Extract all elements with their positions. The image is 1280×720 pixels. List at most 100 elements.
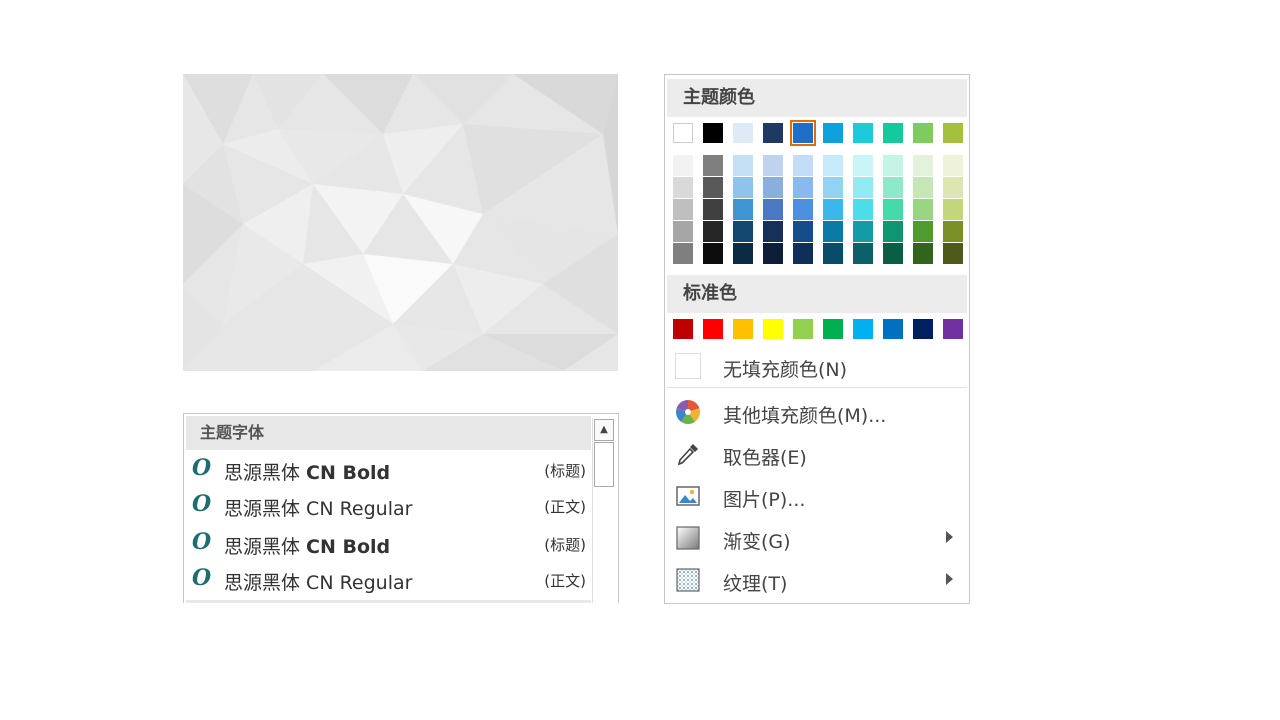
picture-icon xyxy=(675,483,701,509)
picture-fill-option[interactable]: 图片(P)... xyxy=(667,475,967,515)
scroll-thumb[interactable] xyxy=(594,442,614,487)
theme-shade-swatch[interactable] xyxy=(793,221,813,242)
theme-shade-swatch[interactable] xyxy=(943,177,963,198)
font-name: 思源黑体 xyxy=(224,536,306,558)
standard-color-swatch[interactable] xyxy=(703,319,723,339)
standard-color-swatch[interactable] xyxy=(853,319,873,339)
theme-shade-swatch[interactable] xyxy=(793,155,813,176)
theme-shade-swatch[interactable] xyxy=(943,155,963,176)
theme-shade-swatch[interactable] xyxy=(733,243,753,264)
theme-shade-swatch[interactable] xyxy=(913,221,933,242)
theme-color-swatch[interactable] xyxy=(943,123,963,143)
font-style: CN Regular xyxy=(306,572,412,594)
theme-shade-swatch[interactable] xyxy=(673,155,693,176)
theme-shade-swatch[interactable] xyxy=(853,177,873,198)
submenu-arrow-icon xyxy=(946,531,953,543)
more-fill-colors-option[interactable]: 其他填充颜色(M)... xyxy=(667,391,967,431)
theme-shade-swatch[interactable] xyxy=(883,155,903,176)
theme-shade-swatch[interactable] xyxy=(793,243,813,264)
theme-shade-swatch[interactable] xyxy=(913,155,933,176)
theme-color-swatch[interactable] xyxy=(823,123,843,143)
theme-shade-swatch[interactable] xyxy=(883,243,903,264)
scroll-up-icon[interactable]: ▲ xyxy=(594,419,614,441)
theme-shade-swatch[interactable] xyxy=(763,221,783,242)
theme-shade-swatch[interactable] xyxy=(763,199,783,220)
theme-shade-swatch[interactable] xyxy=(823,155,843,176)
theme-shade-swatch[interactable] xyxy=(853,155,873,176)
theme-color-swatch[interactable] xyxy=(793,123,813,143)
font-option-heading[interactable]: O 思源黑体 CN Bold (标题) xyxy=(190,452,590,486)
texture-fill-option[interactable]: 纹理(T) xyxy=(667,559,967,599)
gradient-fill-option[interactable]: 渐变(G) xyxy=(667,517,967,557)
theme-shade-swatch[interactable] xyxy=(823,199,843,220)
theme-shade-swatch[interactable] xyxy=(853,243,873,264)
opentype-font-icon: O xyxy=(192,565,211,591)
font-name: 思源黑体 xyxy=(224,498,306,520)
font-role-label: (正文) xyxy=(544,570,586,591)
theme-shade-swatch[interactable] xyxy=(913,199,933,220)
theme-shade-swatch[interactable] xyxy=(883,199,903,220)
theme-shade-swatch[interactable] xyxy=(673,199,693,220)
theme-color-swatch[interactable] xyxy=(913,123,933,143)
theme-shade-swatch[interactable] xyxy=(793,199,813,220)
theme-shade-swatch[interactable] xyxy=(913,177,933,198)
fill-color-dropdown: 主题颜色 标准色 无填充颜色(N) 其他填充颜色(M)... 取色器(E) xyxy=(664,74,970,604)
theme-shade-swatch[interactable] xyxy=(733,221,753,242)
theme-shade-swatch[interactable] xyxy=(943,243,963,264)
theme-shade-swatch[interactable] xyxy=(703,177,723,198)
theme-colors-header: 主题颜色 xyxy=(667,79,967,117)
standard-color-swatch[interactable] xyxy=(733,319,753,339)
theme-color-swatch[interactable] xyxy=(673,123,693,143)
standard-color-swatch[interactable] xyxy=(763,319,783,339)
theme-shade-swatch[interactable] xyxy=(823,243,843,264)
eyedropper-option[interactable]: 取色器(E) xyxy=(667,433,967,473)
theme-shade-swatch[interactable] xyxy=(883,177,903,198)
theme-shade-swatch[interactable] xyxy=(733,155,753,176)
theme-color-swatch[interactable] xyxy=(733,123,753,143)
vertical-scrollbar[interactable]: ▲ xyxy=(592,418,615,603)
theme-shade-swatch[interactable] xyxy=(763,155,783,176)
theme-shade-swatch[interactable] xyxy=(823,221,843,242)
theme-shade-swatch[interactable] xyxy=(763,177,783,198)
standard-color-swatch[interactable] xyxy=(823,319,843,339)
theme-shade-swatch[interactable] xyxy=(823,177,843,198)
font-role-label: (标题) xyxy=(544,534,586,555)
submenu-arrow-icon xyxy=(946,573,953,585)
theme-shade-swatch[interactable] xyxy=(913,243,933,264)
font-style: CN Bold xyxy=(306,536,390,558)
font-option-body[interactable]: O 思源黑体 CN Regular (正文) xyxy=(190,562,590,596)
theme-shade-swatch[interactable] xyxy=(703,199,723,220)
theme-shade-swatch[interactable] xyxy=(853,221,873,242)
theme-shade-swatch[interactable] xyxy=(673,221,693,242)
theme-shade-swatch[interactable] xyxy=(703,155,723,176)
standard-color-swatch[interactable] xyxy=(943,319,963,339)
theme-shade-swatch[interactable] xyxy=(703,243,723,264)
standard-color-swatch[interactable] xyxy=(883,319,903,339)
theme-shade-swatch[interactable] xyxy=(853,199,873,220)
theme-shade-swatch[interactable] xyxy=(733,177,753,198)
theme-color-swatch[interactable] xyxy=(883,123,903,143)
font-role-label: (正文) xyxy=(544,496,586,517)
theme-shade-swatch[interactable] xyxy=(763,243,783,264)
theme-color-swatch[interactable] xyxy=(763,123,783,143)
standard-color-swatch[interactable] xyxy=(793,319,813,339)
standard-color-swatch[interactable] xyxy=(673,319,693,339)
theme-shade-swatch[interactable] xyxy=(673,177,693,198)
theme-shade-swatch[interactable] xyxy=(943,199,963,220)
theme-shade-swatch[interactable] xyxy=(943,221,963,242)
background-preview-image xyxy=(183,74,618,371)
theme-shade-swatch[interactable] xyxy=(673,243,693,264)
font-option-heading[interactable]: O 思源黑体 CN Bold (标题) xyxy=(190,526,590,560)
theme-shade-swatch[interactable] xyxy=(733,199,753,220)
theme-shade-swatch[interactable] xyxy=(703,221,723,242)
standard-color-swatch[interactable] xyxy=(913,319,933,339)
no-fill-swatch-icon xyxy=(675,353,701,379)
theme-shade-swatch[interactable] xyxy=(793,177,813,198)
font-role-label: (标题) xyxy=(544,460,586,481)
theme-color-swatch[interactable] xyxy=(703,123,723,143)
theme-shade-swatch[interactable] xyxy=(883,221,903,242)
theme-color-swatch[interactable] xyxy=(853,123,873,143)
list-footer xyxy=(186,600,591,603)
font-option-body[interactable]: O 思源黑体 CN Regular (正文) xyxy=(190,488,590,522)
no-fill-option[interactable]: 无填充颜色(N) xyxy=(667,345,967,385)
